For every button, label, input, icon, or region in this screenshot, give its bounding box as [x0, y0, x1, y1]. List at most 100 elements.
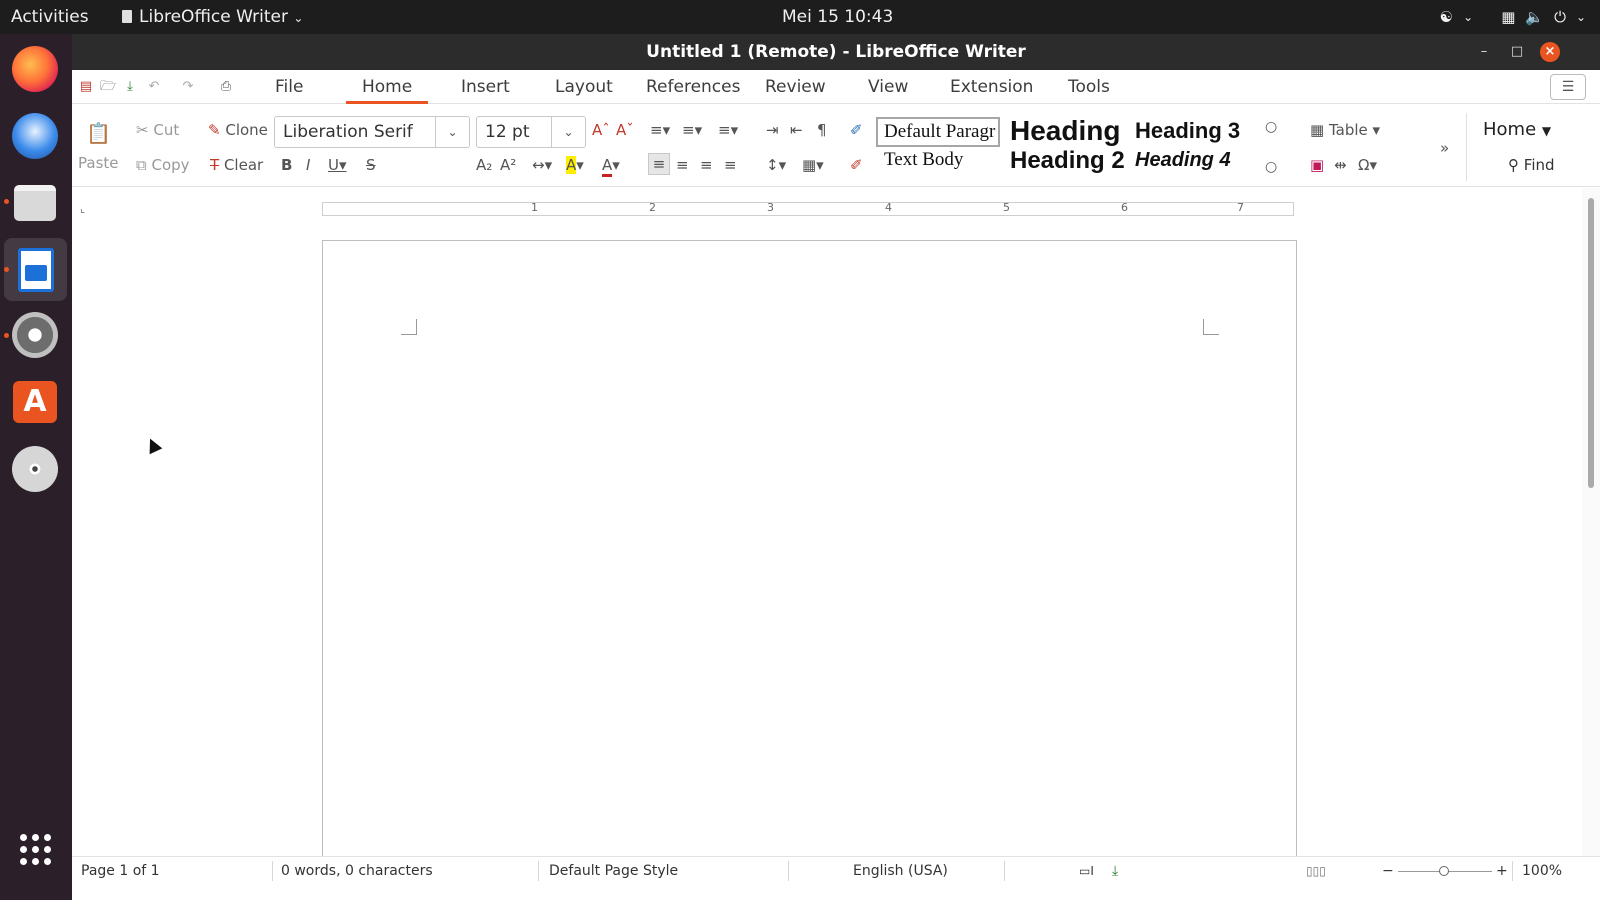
- save-icon[interactable]: ⤓: [122, 79, 138, 95]
- image-icon[interactable]: ▣: [1310, 156, 1324, 174]
- bullets-icon[interactable]: ≡▾: [650, 121, 670, 139]
- maximize-button[interactable]: □: [1507, 42, 1527, 62]
- zoom-out-icon[interactable]: −: [1382, 861, 1394, 881]
- chevron-down-icon[interactable]: ⌄: [435, 117, 469, 147]
- writer-launcher[interactable]: [4, 238, 67, 301]
- line-spacing-icon[interactable]: ↕▾: [766, 156, 786, 174]
- numbering-icon[interactable]: ≡▾: [682, 121, 702, 139]
- tab-insert[interactable]: Insert: [445, 70, 526, 104]
- clock[interactable]: Mei 15 10:43: [782, 0, 893, 34]
- insert-mode-icon[interactable]: ▭I: [1079, 861, 1094, 881]
- open-icon[interactable]: 🗁: [100, 79, 116, 95]
- activities-button[interactable]: Activities: [11, 0, 89, 34]
- view-layout-icon[interactable]: ▯▯▯: [1306, 861, 1326, 881]
- shrink-font-icon[interactable]: Aˇ: [616, 121, 634, 139]
- app-menu-button[interactable]: LibreOffice Writer ⌄: [122, 0, 303, 34]
- strikethrough-icon[interactable]: S: [366, 156, 376, 174]
- style-default-paragraph[interactable]: Default Paragr: [876, 117, 1000, 147]
- paste-button[interactable]: Paste: [78, 154, 119, 172]
- redo-icon[interactable]: ↷: [180, 79, 196, 95]
- superscript-icon[interactable]: A²: [500, 156, 516, 174]
- tab-extension[interactable]: Extension: [934, 70, 1049, 104]
- scrollbar-thumb[interactable]: [1588, 198, 1594, 488]
- find-button[interactable]: ⚲ Find: [1508, 156, 1555, 174]
- save-status-icon[interactable]: ⤓: [1112, 861, 1118, 881]
- network-icon[interactable]: ▦: [1501, 0, 1515, 34]
- paragraph-background-icon[interactable]: ▦▾: [802, 156, 824, 174]
- more-options-icon[interactable]: »: [1440, 139, 1449, 157]
- styles-scroll-down-icon[interactable]: ○: [1265, 159, 1277, 175]
- minimize-button[interactable]: –: [1474, 42, 1494, 62]
- spacing-icon[interactable]: ↔▾: [532, 156, 552, 174]
- style-heading-3[interactable]: Heading 3: [1135, 118, 1259, 144]
- window-titlebar[interactable]: Untitled 1 (Remote) - LibreOffice Writer…: [72, 34, 1600, 70]
- chevron-down-icon[interactable]: ⌄: [1463, 0, 1473, 34]
- paste-icon[interactable]: 📋: [86, 121, 111, 145]
- clear-button[interactable]: T Clear: [210, 156, 263, 174]
- close-button[interactable]: ×: [1540, 42, 1560, 62]
- settings-launcher[interactable]: [10, 310, 60, 360]
- tab-tools[interactable]: Tools: [1052, 70, 1126, 104]
- font-size-combo[interactable]: 12 pt ⌄: [476, 116, 586, 148]
- tab-stop-icon[interactable]: ⌞: [80, 202, 85, 215]
- show-apps-button[interactable]: [10, 824, 60, 874]
- zoom-slider[interactable]: [1398, 866, 1492, 876]
- document-page[interactable]: [322, 240, 1297, 880]
- document-area[interactable]: ⌞ 1 2 3 4 5 6 7: [72, 188, 1600, 880]
- page-count[interactable]: Page 1 of 1: [81, 861, 160, 881]
- tab-home[interactable]: Home: [346, 70, 429, 104]
- software-launcher[interactable]: A: [10, 377, 60, 427]
- chevron-down-icon[interactable]: ⌄: [551, 117, 585, 147]
- pilcrow-icon[interactable]: ¶: [817, 121, 827, 139]
- styles-scroll-up-icon[interactable]: ○: [1265, 119, 1277, 135]
- sidebar-toggle-button[interactable]: ☰: [1550, 74, 1586, 100]
- subscript-icon[interactable]: A₂: [476, 156, 492, 174]
- font-color-icon[interactable]: A▾: [602, 156, 620, 177]
- cut-button[interactable]: ✂ Cut: [136, 121, 179, 139]
- align-left-icon[interactable]: ≡: [648, 153, 670, 175]
- italic-icon[interactable]: I: [306, 156, 310, 174]
- home-dropdown[interactable]: Home ▼: [1483, 119, 1551, 140]
- zoom-level[interactable]: 100%: [1522, 861, 1562, 881]
- style-heading-4[interactable]: Heading 4: [1135, 149, 1259, 172]
- horizontal-ruler[interactable]: 1 2 3 4 5 6 7: [322, 201, 1294, 216]
- zoom-in-icon[interactable]: +: [1496, 861, 1508, 881]
- highlight-icon[interactable]: A▾: [566, 156, 584, 174]
- word-count[interactable]: 0 words, 0 characters: [281, 861, 433, 881]
- page-style[interactable]: Default Page Style: [549, 861, 678, 881]
- accessibility-icon[interactable]: ☯: [1440, 0, 1453, 34]
- tab-references[interactable]: References: [630, 70, 756, 104]
- vertical-scrollbar[interactable]: [1582, 188, 1600, 874]
- undo-icon[interactable]: ↶: [146, 79, 162, 95]
- files-launcher[interactable]: [10, 178, 60, 228]
- style-heading-2[interactable]: Heading 2: [1010, 147, 1128, 175]
- language[interactable]: English (USA): [853, 861, 948, 881]
- bold-icon[interactable]: B: [281, 156, 292, 174]
- clone-button[interactable]: ✎ Clone: [208, 121, 268, 139]
- style-heading-1[interactable]: Heading: [1010, 115, 1128, 147]
- table-button[interactable]: ▦ Table ▾: [1310, 121, 1380, 139]
- underline-icon[interactable]: U▾: [328, 156, 347, 174]
- align-right-icon[interactable]: ≡: [700, 156, 713, 174]
- grow-font-icon[interactable]: Aˆ: [592, 121, 610, 139]
- tab-file[interactable]: File: [259, 70, 319, 104]
- tab-view[interactable]: View: [852, 70, 924, 104]
- copy-button[interactable]: ⧉ Copy: [136, 156, 190, 174]
- print-icon[interactable]: ⎙: [218, 79, 234, 95]
- system-tray[interactable]: ☯ ⌄ ▦ 🔈 ⏻ ⌄: [1440, 0, 1586, 34]
- tab-layout[interactable]: Layout: [539, 70, 629, 104]
- tab-review[interactable]: Review: [749, 70, 842, 104]
- chevron-down-icon[interactable]: ⌄: [1576, 0, 1586, 34]
- volume-icon[interactable]: 🔈: [1525, 0, 1544, 34]
- zoom-slider-thumb[interactable]: [1439, 866, 1449, 876]
- page-break-icon[interactable]: ⇹: [1334, 156, 1347, 174]
- format-paintbrush-icon[interactable]: ✐: [850, 121, 863, 139]
- special-character-icon[interactable]: Ω▾: [1358, 156, 1377, 174]
- writer-menu-icon[interactable]: ▤: [78, 79, 94, 95]
- outdent-icon[interactable]: ⇤: [790, 121, 803, 139]
- firefox-launcher[interactable]: [10, 44, 60, 94]
- justify-icon[interactable]: ≡: [724, 156, 737, 174]
- disc-launcher[interactable]: [10, 444, 60, 494]
- outline-icon[interactable]: ≡▾: [718, 121, 738, 139]
- align-center-icon[interactable]: ≡: [676, 156, 689, 174]
